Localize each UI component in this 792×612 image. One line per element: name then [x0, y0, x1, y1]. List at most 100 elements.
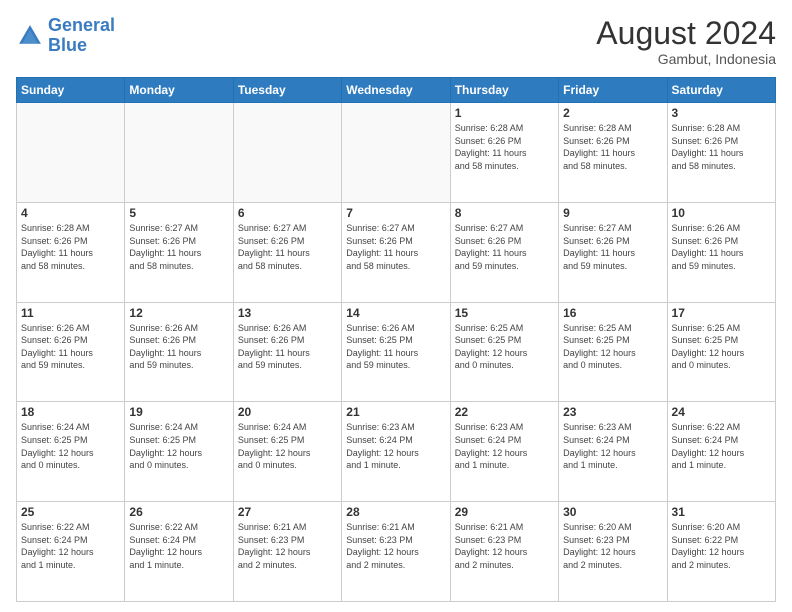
- calendar-cell-w4-d1: 18Sunrise: 6:24 AM Sunset: 6:25 PM Dayli…: [17, 402, 125, 502]
- calendar-cell-w3-d6: 16 Sunrise: 6:25 AM Sunset: 6:25 PM Dayli…: [559, 302, 667, 402]
- page: General Blue August 2024 Gambut, Indones…: [0, 0, 792, 612]
- calendar-table: Sunday Monday Tuesday Wednesday Thursday…: [16, 77, 776, 602]
- calendar-cell-w3-d2: 12 Sunrise: 6:26 AM Sunset: 6:26 PM Dayli…: [125, 302, 233, 402]
- calendar-cell-w4-d5: 22 Sunrise: 6:23 AM Sunset: 6:24 PM Dayli…: [450, 402, 558, 502]
- day-number: 25: [21, 505, 120, 519]
- day-number: 4: [21, 206, 120, 220]
- day-info: Sunrise: 6:28 AM Sunset: 6:26 PM Dayligh…: [672, 122, 771, 172]
- logo-blue: Blue: [48, 35, 87, 55]
- calendar-cell-w2-d5: 8 Sunrise: 6:27 AM Sunset: 6:26 PM Daylig…: [450, 202, 558, 302]
- calendar-cell-w4-d6: 23 Sunrise: 6:23 AM Sunset: 6:24 PM Dayli…: [559, 402, 667, 502]
- header-saturday: Saturday: [667, 78, 775, 103]
- logo: General Blue: [16, 16, 115, 56]
- day-number: 11: [21, 306, 120, 320]
- day-number: 27: [238, 505, 337, 519]
- day-info: Sunrise: 6:26 AM Sunset: 6:26 PM Dayligh…: [129, 322, 228, 372]
- day-info: Sunrise: 6:21 AM Sunset: 6:23 PM Dayligh…: [455, 521, 554, 571]
- day-number: 14: [346, 306, 445, 320]
- header-friday: Friday: [559, 78, 667, 103]
- day-info: Sunrise: 6:23 AM Sunset: 6:24 PM Dayligh…: [455, 421, 554, 471]
- day-info: Sunrise: 6:20 AM Sunset: 6:23 PM Dayligh…: [563, 521, 662, 571]
- week-row-3: 11 Sunrise: 6:26 AM Sunset: 6:26 PM Dayli…: [17, 302, 776, 402]
- day-number: 5: [129, 206, 228, 220]
- calendar-body: 1 Sunrise: 6:28 AM Sunset: 6:26 PM Daylig…: [17, 103, 776, 602]
- calendar-cell-w1-d2: [125, 103, 233, 203]
- calendar-cell-w5-d2: 26 Sunrise: 6:22 AM Sunset: 6:24 PM Dayli…: [125, 502, 233, 602]
- calendar-cell-w2-d2: 5 Sunrise: 6:27 AM Sunset: 6:26 PM Daylig…: [125, 202, 233, 302]
- day-number: 1: [455, 106, 554, 120]
- logo-text: General Blue: [48, 16, 115, 56]
- day-number: 21: [346, 405, 445, 419]
- calendar-cell-w4-d2: 19Sunrise: 6:24 AM Sunset: 6:25 PM Dayli…: [125, 402, 233, 502]
- calendar-cell-w4-d7: 24Sunrise: 6:22 AM Sunset: 6:24 PM Dayli…: [667, 402, 775, 502]
- day-number: 17: [672, 306, 771, 320]
- calendar-cell-w4-d4: 21 Sunrise: 6:23 AM Sunset: 6:24 PM Dayli…: [342, 402, 450, 502]
- day-number: 2: [563, 106, 662, 120]
- calendar-cell-w2-d7: 10 Sunrise: 6:26 AM Sunset: 6:26 PM Dayli…: [667, 202, 775, 302]
- calendar-cell-w5-d6: 30 Sunrise: 6:20 AM Sunset: 6:23 PM Dayli…: [559, 502, 667, 602]
- header-wednesday: Wednesday: [342, 78, 450, 103]
- logo-general: General: [48, 15, 115, 35]
- day-info: Sunrise: 6:20 AM Sunset: 6:22 PM Dayligh…: [672, 521, 771, 571]
- calendar-cell-w2-d1: 4Sunrise: 6:28 AM Sunset: 6:26 PM Daylig…: [17, 202, 125, 302]
- location-subtitle: Gambut, Indonesia: [596, 51, 776, 67]
- header-tuesday: Tuesday: [233, 78, 341, 103]
- day-info: Sunrise: 6:27 AM Sunset: 6:26 PM Dayligh…: [455, 222, 554, 272]
- header-sunday: Sunday: [17, 78, 125, 103]
- title-block: August 2024 Gambut, Indonesia: [596, 16, 776, 67]
- calendar-cell-w1-d7: 3 Sunrise: 6:28 AM Sunset: 6:26 PM Daylig…: [667, 103, 775, 203]
- day-number: 23: [563, 405, 662, 419]
- day-number: 24: [672, 405, 771, 419]
- day-info: Sunrise: 6:26 AM Sunset: 6:25 PM Dayligh…: [346, 322, 445, 372]
- calendar-cell-w1-d5: 1 Sunrise: 6:28 AM Sunset: 6:26 PM Daylig…: [450, 103, 558, 203]
- calendar-cell-w3-d7: 17 Sunrise: 6:25 AM Sunset: 6:25 PM Dayli…: [667, 302, 775, 402]
- day-info: Sunrise: 6:27 AM Sunset: 6:26 PM Dayligh…: [346, 222, 445, 272]
- day-number: 28: [346, 505, 445, 519]
- week-row-1: 1 Sunrise: 6:28 AM Sunset: 6:26 PM Daylig…: [17, 103, 776, 203]
- calendar-cell-w2-d4: 7Sunrise: 6:27 AM Sunset: 6:26 PM Daylig…: [342, 202, 450, 302]
- day-number: 22: [455, 405, 554, 419]
- day-info: Sunrise: 6:26 AM Sunset: 6:26 PM Dayligh…: [21, 322, 120, 372]
- day-info: Sunrise: 6:27 AM Sunset: 6:26 PM Dayligh…: [129, 222, 228, 272]
- day-number: 12: [129, 306, 228, 320]
- day-number: 20: [238, 405, 337, 419]
- header-monday: Monday: [125, 78, 233, 103]
- day-number: 31: [672, 505, 771, 519]
- month-title: August 2024: [596, 16, 776, 51]
- day-info: Sunrise: 6:25 AM Sunset: 6:25 PM Dayligh…: [455, 322, 554, 372]
- day-info: Sunrise: 6:22 AM Sunset: 6:24 PM Dayligh…: [21, 521, 120, 571]
- day-info: Sunrise: 6:21 AM Sunset: 6:23 PM Dayligh…: [238, 521, 337, 571]
- day-info: Sunrise: 6:23 AM Sunset: 6:24 PM Dayligh…: [563, 421, 662, 471]
- calendar-cell-w1-d1: [17, 103, 125, 203]
- day-info: Sunrise: 6:22 AM Sunset: 6:24 PM Dayligh…: [129, 521, 228, 571]
- day-number: 8: [455, 206, 554, 220]
- week-row-4: 18Sunrise: 6:24 AM Sunset: 6:25 PM Dayli…: [17, 402, 776, 502]
- day-info: Sunrise: 6:26 AM Sunset: 6:26 PM Dayligh…: [672, 222, 771, 272]
- day-info: Sunrise: 6:23 AM Sunset: 6:24 PM Dayligh…: [346, 421, 445, 471]
- calendar-cell-w2-d6: 9Sunrise: 6:27 AM Sunset: 6:26 PM Daylig…: [559, 202, 667, 302]
- day-info: Sunrise: 6:25 AM Sunset: 6:25 PM Dayligh…: [672, 322, 771, 372]
- day-info: Sunrise: 6:21 AM Sunset: 6:23 PM Dayligh…: [346, 521, 445, 571]
- calendar-cell-w5-d5: 29 Sunrise: 6:21 AM Sunset: 6:23 PM Dayli…: [450, 502, 558, 602]
- day-number: 9: [563, 206, 662, 220]
- day-number: 29: [455, 505, 554, 519]
- day-number: 10: [672, 206, 771, 220]
- calendar-cell-w1-d3: [233, 103, 341, 203]
- day-info: Sunrise: 6:25 AM Sunset: 6:25 PM Dayligh…: [563, 322, 662, 372]
- week-row-5: 25 Sunrise: 6:22 AM Sunset: 6:24 PM Dayli…: [17, 502, 776, 602]
- day-info: Sunrise: 6:24 AM Sunset: 6:25 PM Dayligh…: [238, 421, 337, 471]
- calendar-cell-w2-d3: 6Sunrise: 6:27 AM Sunset: 6:26 PM Daylig…: [233, 202, 341, 302]
- day-number: 3: [672, 106, 771, 120]
- week-row-2: 4Sunrise: 6:28 AM Sunset: 6:26 PM Daylig…: [17, 202, 776, 302]
- calendar-cell-w3-d5: 15Sunrise: 6:25 AM Sunset: 6:25 PM Dayli…: [450, 302, 558, 402]
- calendar-cell-w4-d3: 20 Sunrise: 6:24 AM Sunset: 6:25 PM Dayli…: [233, 402, 341, 502]
- day-info: Sunrise: 6:24 AM Sunset: 6:25 PM Dayligh…: [21, 421, 120, 471]
- day-info: Sunrise: 6:28 AM Sunset: 6:26 PM Dayligh…: [455, 122, 554, 172]
- day-number: 26: [129, 505, 228, 519]
- day-info: Sunrise: 6:24 AM Sunset: 6:25 PM Dayligh…: [129, 421, 228, 471]
- day-number: 16: [563, 306, 662, 320]
- calendar-cell-w3-d1: 11 Sunrise: 6:26 AM Sunset: 6:26 PM Dayli…: [17, 302, 125, 402]
- day-number: 30: [563, 505, 662, 519]
- calendar-cell-w1-d4: [342, 103, 450, 203]
- calendar-cell-w3-d4: 14 Sunrise: 6:26 AM Sunset: 6:25 PM Dayli…: [342, 302, 450, 402]
